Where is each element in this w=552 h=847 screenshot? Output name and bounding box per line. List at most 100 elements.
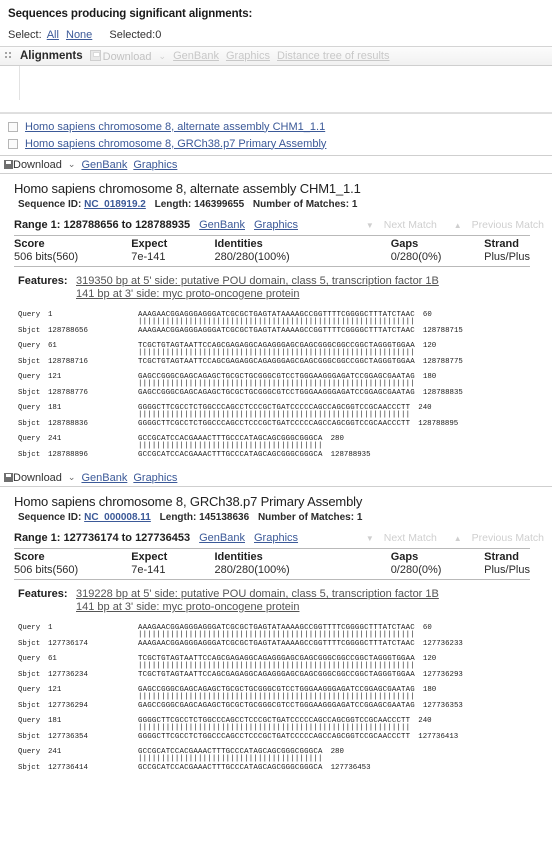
sbjct-start: 127736294 <box>48 701 88 710</box>
matches-value: 1 <box>356 512 363 523</box>
sbjct-sequence: GAGCCGGGCGAGCAGAGCTGCGCTGCGGGCGTCCTGGGAA… <box>138 701 415 710</box>
sbjct-line: Sbjct 127736174 AAAGAACGGAGGGAGGGATCGCGC… <box>0 639 552 648</box>
hit-title-link[interactable]: Homo sapiens chromosome 8, GRCh38.p7 Pri… <box>25 138 326 150</box>
sbjct-sequence: GGGGCTTCGCCTCTGGCCCAGCCTCCCGCTGATCCCCCAG… <box>138 732 411 741</box>
feature-link[interactable]: 141 bp at 3' side: myc proto-oncogene pr… <box>76 601 439 614</box>
hit-title-link[interactable]: Homo sapiens chromosome 8, alternate ass… <box>25 121 325 133</box>
sbjct-sequence: GCCGCATCCACGAAACTTTGCCCATAGCAGCGGGCGGGCA <box>138 763 323 772</box>
features-label: Features: <box>18 275 68 287</box>
next-match-button[interactable]: ▼ Next Match <box>359 219 437 231</box>
range-label: Range 1: 127736174 to 127736453 <box>14 532 191 544</box>
genbank-link[interactable]: GenBank <box>81 472 127 484</box>
list-item[interactable]: Homo sapiens chromosome 8, alternate ass… <box>0 118 552 135</box>
match-bar-line: ||||||||||||||||||||||||||||||||||||||||… <box>0 662 552 670</box>
graphics-link: Graphics <box>225 50 270 62</box>
sbjct-sequence: GCCGCATCCACGAAACTTTGCCCATAGCAGCGGGCGGGCA <box>138 450 323 459</box>
match-bar-line: ||||||||||||||||||||||||||||||||||||||||… <box>0 349 552 357</box>
triangle-up-icon: ▲ <box>453 221 462 230</box>
download-icon <box>89 49 101 61</box>
query-start: 61 <box>48 341 57 350</box>
sequence-id-link[interactable]: NC_000008.11 <box>84 512 151 523</box>
sbjct-start: 128788656 <box>48 326 88 335</box>
query-start: 1 <box>48 623 53 632</box>
alignment-row-group: Query 241 GCCGCATCCACGAAACTTTGCCCATAGCAG… <box>0 747 552 772</box>
query-start: 181 <box>48 403 62 412</box>
alignment-row-group: Query 61 TCGCTGTAGTAATTCCAGCGAGAGGCAGAGG… <box>0 341 552 366</box>
select-all-link[interactable]: All <box>47 29 59 41</box>
features-values: 319350 bp at 5' side: putative POU domai… <box>76 275 439 301</box>
table-header-row: Score Expect Identities Gaps Strand <box>14 548 530 564</box>
alignment-row-group: Query 1 AAAGAACGGAGGGAGGGATCGCGCTGAGTATA… <box>0 310 552 335</box>
drag-handle-icon[interactable] <box>5 51 12 61</box>
genbank-link[interactable]: GenBank <box>81 159 127 171</box>
table-header-row: Score Expect Identities Gaps Strand <box>14 235 530 251</box>
chevron-down-icon[interactable]: ⌄ <box>68 159 76 170</box>
table-row: 506 bits(560) 7e-141 280/280(100%) 0/280… <box>14 251 530 267</box>
tab-alignments[interactable]: Alignments <box>20 50 83 62</box>
col-expect: Expect <box>131 235 215 251</box>
sbjct-start: 128788836 <box>48 419 88 428</box>
col-strand: Strand <box>484 235 530 251</box>
previous-match-button[interactable]: ▲ Previous Match <box>447 532 544 544</box>
range-header: Range 1: 127736174 to 127736453 GenBank … <box>0 523 552 546</box>
query-end: 180 <box>422 685 437 694</box>
feature-link[interactable]: 319350 bp at 5' side: putative POU domai… <box>76 275 439 288</box>
graphics-link[interactable]: Graphics <box>133 159 177 171</box>
alignment-row-group: Query 121 GAGCCGGGCGAGCAGAGCTGCGCTGCGGGC… <box>0 372 552 397</box>
val-score: 506 bits(560) <box>14 564 132 580</box>
sbjct-end: 127736233 <box>422 639 463 648</box>
match-bars: |||||||||||||||||||||||||||||||||||||||| <box>138 442 323 450</box>
range-label: Range 1: 128788656 to 128788935 <box>14 219 191 231</box>
match-bars: ||||||||||||||||||||||||||||||||||||||||… <box>138 693 415 701</box>
sbjct-label: Sbjct <box>18 357 41 366</box>
col-gaps: Gaps <box>390 235 485 251</box>
col-expect: Expect <box>131 548 215 564</box>
chevron-down-icon[interactable]: ⌄ <box>68 472 76 483</box>
query-start: 61 <box>48 654 57 663</box>
download-button[interactable]: Download <box>4 472 62 484</box>
sbjct-line: Sbjct 128788776 GAGCCGGGCGAGCAGAGCTGCGCT… <box>0 388 552 397</box>
query-label: Query <box>18 372 41 381</box>
sequence-alignment-block: Query 1 AAAGAACGGAGGGAGGGATCGCGCTGAGTATA… <box>0 614 552 782</box>
range-graphics-link[interactable]: Graphics <box>254 219 298 231</box>
match-bars: ||||||||||||||||||||||||||||||||||||||||… <box>138 318 415 326</box>
selected-count: Selected:0 <box>109 29 162 41</box>
length-value: 145138636 <box>199 512 250 523</box>
match-bar-line: |||||||||||||||||||||||||||||||||||||||| <box>0 755 552 763</box>
length-label: Length: <box>154 199 192 210</box>
query-end: 120 <box>422 654 437 663</box>
blast-results-page: Sequences producing significant alignmen… <box>0 0 552 782</box>
sbjct-label: Sbjct <box>18 326 41 335</box>
feature-link[interactable]: 319228 bp at 5' side: putative POU domai… <box>76 588 439 601</box>
distance-tree-link: Distance tree of results <box>277 50 390 62</box>
graphics-link[interactable]: Graphics <box>133 472 177 484</box>
sbjct-sequence: TCGCTGTAGTAATTCCAGCGAGAGGCAGAGGGAGCGAGCG… <box>138 357 415 366</box>
select-none-link[interactable]: None <box>66 29 92 41</box>
match-navigation: ▼ Next Match ▲ Previous Match <box>352 532 552 544</box>
match-bar-line: ||||||||||||||||||||||||||||||||||||||||… <box>0 380 552 388</box>
hit-checkbox[interactable] <box>8 121 18 132</box>
sbjct-line: Sbjct 127736294 GAGCCGGGCGAGCAGAGCTGCGCT… <box>0 701 552 710</box>
feature-link[interactable]: 141 bp at 3' side: myc proto-oncogene pr… <box>76 288 439 301</box>
alignment-row-group: Query 1 AAAGAACGGAGGGAGGGATCGCGCTGAGTATA… <box>0 623 552 648</box>
query-label: Query <box>18 310 41 319</box>
download-button[interactable]: Download <box>4 159 62 171</box>
query-label: Query <box>18 716 41 725</box>
sequence-id-link[interactable]: NC_018919.2 <box>84 199 146 210</box>
alignment-meta: Sequence ID: NC_000008.11 Length: 145138… <box>0 509 552 523</box>
sbjct-label: Sbjct <box>18 732 41 741</box>
range-graphics-link[interactable]: Graphics <box>254 532 298 544</box>
match-bar-line: ||||||||||||||||||||||||||||||||||||||||… <box>0 693 552 701</box>
hit-checkbox[interactable] <box>8 138 18 149</box>
match-bars: ||||||||||||||||||||||||||||||||||||||||… <box>138 724 411 732</box>
range-genbank-link[interactable]: GenBank <box>199 532 245 544</box>
download-icon <box>4 472 13 482</box>
sbjct-start: 127736354 <box>48 732 88 741</box>
col-score: Score <box>14 548 132 564</box>
sbjct-end: 127736293 <box>422 670 463 679</box>
next-match-button[interactable]: ▼ Next Match <box>359 532 437 544</box>
range-genbank-link[interactable]: GenBank <box>199 219 245 231</box>
col-strand: Strand <box>484 548 530 564</box>
previous-match-button[interactable]: ▲ Previous Match <box>447 219 544 231</box>
list-item[interactable]: Homo sapiens chromosome 8, GRCh38.p7 Pri… <box>0 135 552 152</box>
